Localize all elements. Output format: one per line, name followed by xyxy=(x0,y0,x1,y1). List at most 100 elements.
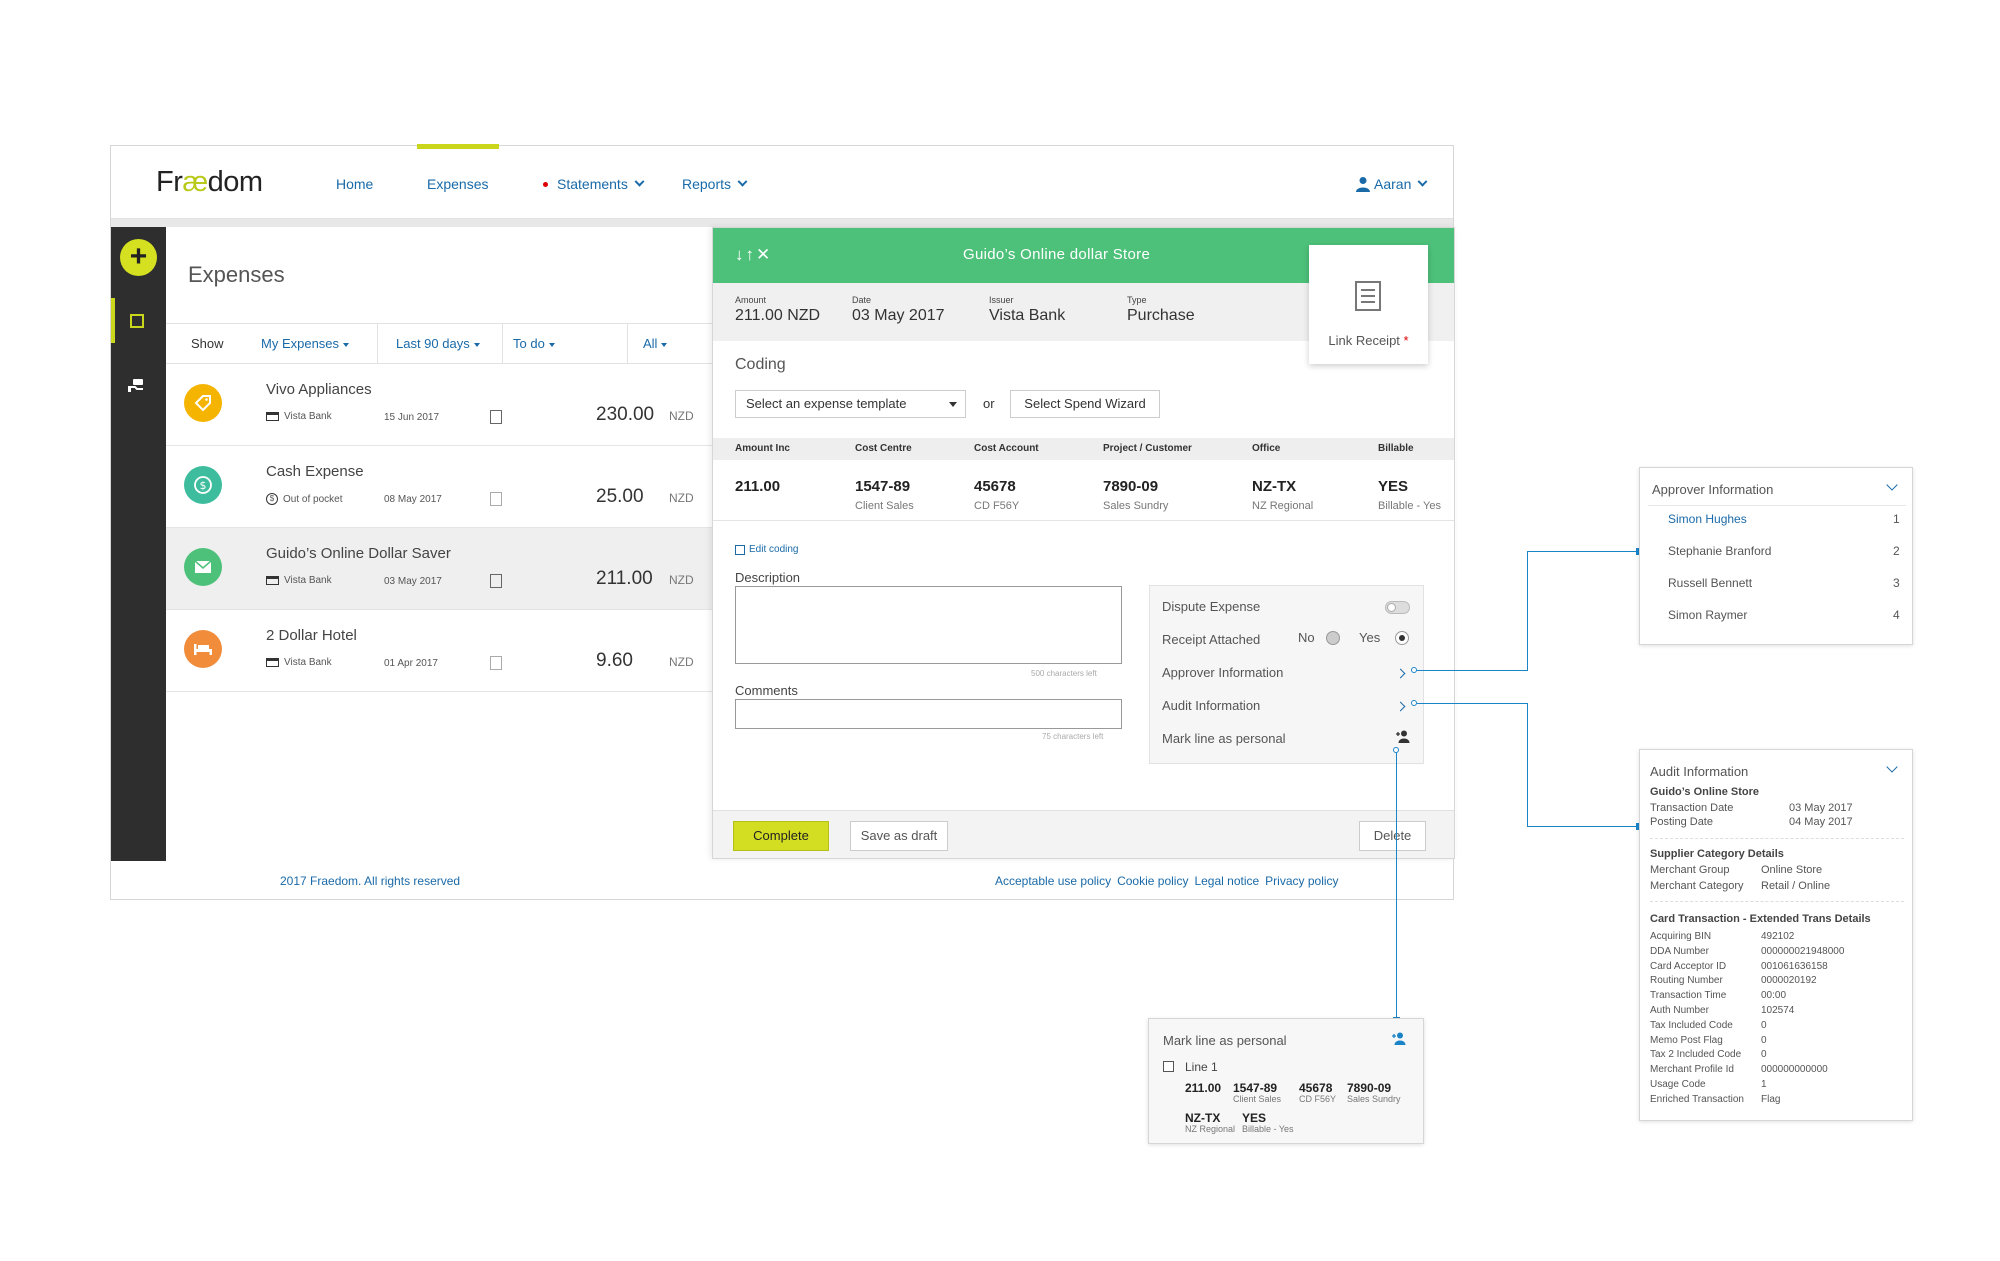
expense-currency: NZD xyxy=(669,491,694,505)
receipt-icon xyxy=(490,574,502,588)
connector-line xyxy=(1417,703,1527,704)
tag-icon xyxy=(184,384,222,422)
expense-row[interactable]: $ Cash Expense $ Out of pocket 08 May 201… xyxy=(166,446,721,528)
footer-link-acceptable-use[interactable]: Acceptable use policy xyxy=(995,874,1111,888)
amount-value: 211.00 NZD xyxy=(735,307,821,324)
approver-order: 2 xyxy=(1893,544,1900,558)
footer-link-privacy[interactable]: Privacy policy xyxy=(1265,874,1338,888)
line-project: 7890-09 xyxy=(1347,1081,1392,1095)
expense-date: 08 May 2017 xyxy=(384,494,442,505)
approver-info-row[interactable]: Approver Information xyxy=(1162,665,1283,680)
chevron-down-icon xyxy=(1417,176,1428,187)
spend-wizard-button[interactable]: Select Spend Wizard xyxy=(1010,390,1160,418)
audit-info-row[interactable]: Audit Information xyxy=(1162,698,1260,713)
complete-button[interactable]: Complete xyxy=(733,821,829,851)
card-detail-row: Memo Post Flag 0 xyxy=(1650,1034,1767,1046)
footer-link-cookie[interactable]: Cookie policy xyxy=(1117,874,1188,888)
card-detail-row: Transaction Time 00:00 xyxy=(1650,990,1787,1002)
coding-project-sub: Sales Sundry xyxy=(1103,500,1169,512)
coding-table-header: Amount Inc Cost Centre Cost Account Proj… xyxy=(713,438,1454,460)
connector-line xyxy=(1527,703,1528,827)
filter-status-dropdown[interactable]: To do xyxy=(503,324,628,363)
expense-template-select[interactable]: Select an expense template xyxy=(735,390,966,418)
expenses-list-icon[interactable] xyxy=(130,314,144,328)
approver-name: Simon Raymer xyxy=(1668,608,1748,622)
comments-input[interactable] xyxy=(735,699,1122,729)
divider xyxy=(1648,505,1906,506)
save-draft-button[interactable]: Save as draft xyxy=(850,821,948,851)
expense-amount: 230.00 xyxy=(596,404,655,425)
fraedom-logo[interactable]: Frædom xyxy=(156,166,263,199)
payments-icon[interactable] xyxy=(127,377,147,398)
expense-source: $ Out of pocket xyxy=(266,493,342,505)
expense-date: 01 Apr 2017 xyxy=(384,658,438,669)
expense-amount: 25.00 xyxy=(596,486,644,507)
coding-project: 7890-09 xyxy=(1103,478,1159,495)
card-detail-row: DDA Number 000000021948000 xyxy=(1650,945,1845,957)
radio-yes[interactable] xyxy=(1395,631,1409,645)
merchant-name: Guido’s Online Store xyxy=(1650,786,1759,798)
line-cost-centre: 1547-89 xyxy=(1233,1081,1278,1095)
coding-office-sub: NZ Regional xyxy=(1252,500,1314,512)
filter-type-dropdown[interactable]: All xyxy=(628,324,718,363)
nav-expenses[interactable]: Expenses xyxy=(427,176,488,192)
connector-line xyxy=(1527,551,1528,671)
expense-source: Vista Bank xyxy=(266,575,332,586)
expense-row-selected[interactable]: Guido’s Online Dollar Saver Vista Bank 0… xyxy=(166,528,721,610)
footer-link-legal[interactable]: Legal notice xyxy=(1194,874,1259,888)
nav-home[interactable]: Home xyxy=(336,176,373,192)
add-expense-button[interactable]: + xyxy=(120,239,157,276)
delete-button[interactable]: Delete xyxy=(1359,821,1426,851)
caret-down-icon xyxy=(661,342,668,347)
chevron-right-icon[interactable] xyxy=(1395,701,1406,712)
supplier-section-title: Supplier Category Details xyxy=(1650,848,1784,860)
chevron-down-icon[interactable] xyxy=(1886,479,1898,491)
popout-title: Mark line as personal xyxy=(1163,1033,1287,1048)
card-detail-row: Tax Included Code 0 xyxy=(1650,1019,1767,1031)
filter-owner-dropdown[interactable]: My Expenses xyxy=(251,324,378,363)
receipt-icon xyxy=(490,656,502,670)
card-detail-row: Usage Code 1 xyxy=(1650,1078,1767,1090)
nav-reports[interactable]: Reports xyxy=(682,176,748,192)
line-label: Line 1 xyxy=(1185,1060,1218,1074)
card-detail-row: Enriched Transaction Flag xyxy=(1650,1093,1781,1105)
expense-row[interactable]: 2 Dollar Hotel Vista Bank 01 Apr 2017 9.… xyxy=(166,610,721,692)
popout-title: Audit Information xyxy=(1650,764,1749,779)
divider xyxy=(1650,901,1904,902)
person-add-icon[interactable] xyxy=(1395,730,1410,746)
expense-source: Vista Bank xyxy=(266,657,332,668)
filter-period-dropdown[interactable]: Last 90 days xyxy=(378,324,503,363)
connector-line xyxy=(1527,826,1640,827)
expense-currency: NZD xyxy=(669,573,694,587)
line-office-sub: NZ Regional xyxy=(1185,1124,1236,1134)
chevron-right-icon[interactable] xyxy=(1395,668,1406,679)
detail-nav-close-controls[interactable]: ↓↑✕ xyxy=(735,245,772,265)
card-detail-row: Tax 2 Included Code 0 xyxy=(1650,1049,1767,1061)
dispute-label: Dispute Expense xyxy=(1162,599,1261,614)
nav-statements[interactable]: Statements xyxy=(543,176,645,192)
line-billable-sub: Billable - Yes xyxy=(1242,1124,1294,1134)
dispute-toggle[interactable] xyxy=(1385,601,1410,614)
card-detail-row: Routing Number 0000020192 xyxy=(1650,975,1817,987)
expense-options: Dispute Expense Receipt Attached No Yes … xyxy=(1149,585,1424,764)
connector-line xyxy=(1417,670,1527,671)
link-receipt-button[interactable]: Link Receipt * xyxy=(1309,245,1428,364)
nav-active-indicator xyxy=(417,144,499,149)
coding-cost-centre-sub: Client Sales xyxy=(855,500,914,512)
expense-row[interactable]: Vivo Appliances Vista Bank 15 Jun 2017 2… xyxy=(166,364,721,446)
user-menu[interactable]: Aaran xyxy=(1356,176,1428,192)
description-textarea[interactable] xyxy=(735,586,1122,664)
transaction-date-value: 03 May 2017 xyxy=(1789,802,1853,814)
chevron-down-icon[interactable] xyxy=(1886,761,1898,773)
amount-label: Amount xyxy=(735,295,767,305)
detail-title: Guido’s Online dollar Store xyxy=(963,246,1151,263)
receipt-icon xyxy=(1355,281,1381,311)
edit-coding-link[interactable]: Edit coding xyxy=(735,544,798,555)
radio-no[interactable] xyxy=(1326,631,1340,645)
envelope-icon xyxy=(184,548,222,586)
connector-line xyxy=(1527,551,1640,552)
line-checkbox[interactable] xyxy=(1163,1061,1174,1072)
person-add-icon[interactable] xyxy=(1391,1032,1406,1050)
line-office: NZ-TX xyxy=(1185,1111,1221,1125)
approver-order: 1 xyxy=(1893,512,1900,526)
